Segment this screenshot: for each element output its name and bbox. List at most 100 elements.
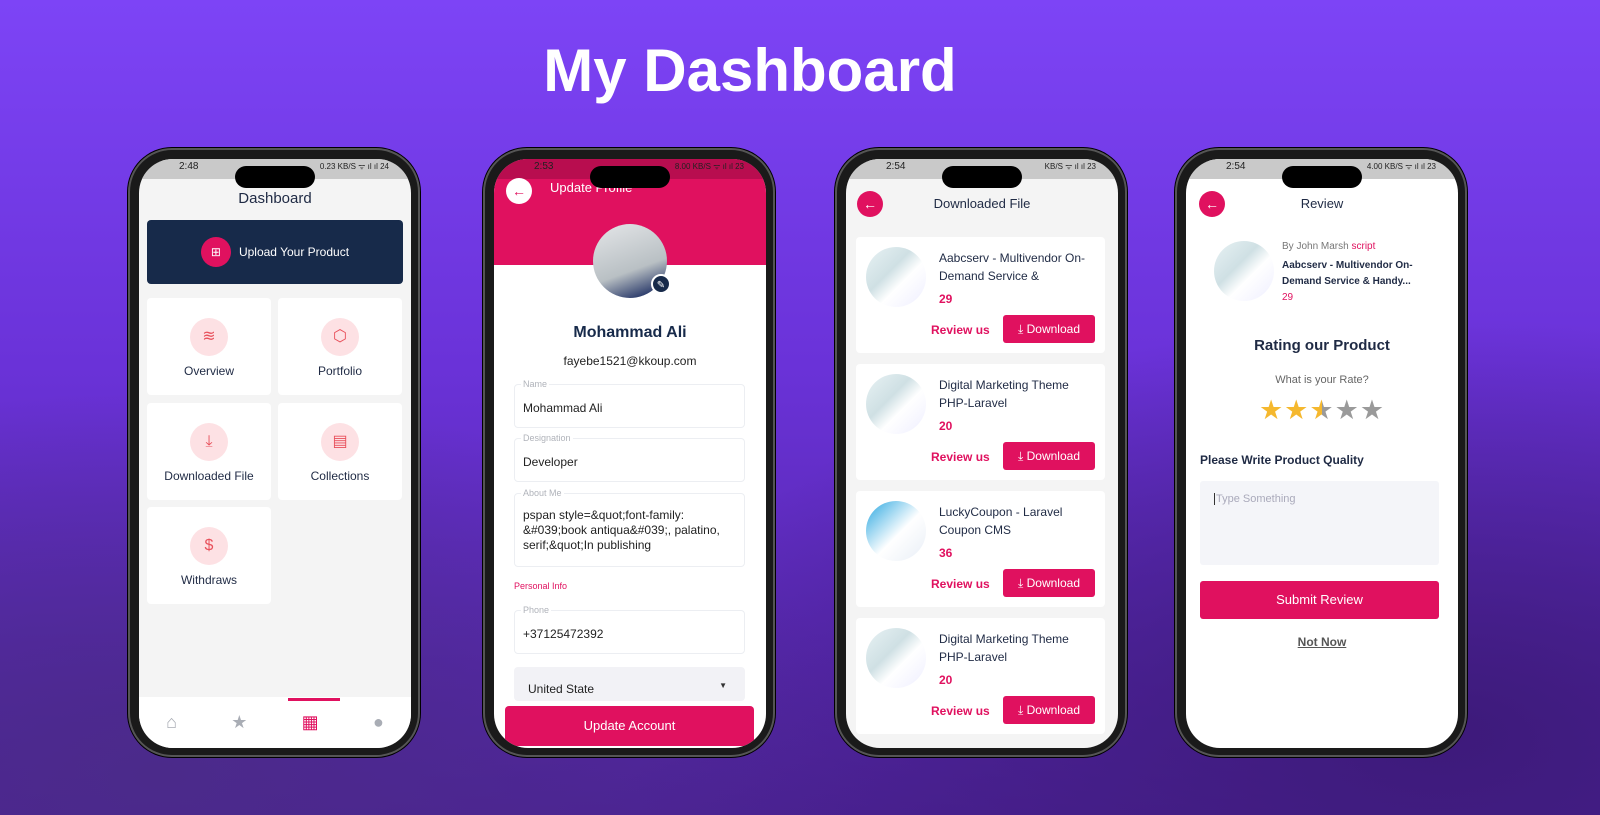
download-button[interactable]: ⤓ Download — [1003, 315, 1095, 343]
screen-title: Review — [1300, 196, 1344, 211]
tile-downloaded-file[interactable]: ⤓ Downloaded File — [147, 403, 271, 500]
review-link[interactable]: Review us — [931, 577, 990, 591]
product-thumbnail — [866, 374, 926, 434]
download-icon: ⤓ — [190, 423, 228, 461]
item-count: 20 — [939, 419, 953, 433]
star-rating[interactable]: ★★★★★ — [1186, 395, 1458, 426]
review-link[interactable]: Review us — [931, 704, 990, 718]
screen-title: Dashboard — [238, 190, 312, 207]
camera-island — [942, 166, 1022, 188]
star-icon[interactable]: ★ — [1335, 395, 1360, 425]
tile-portfolio[interactable]: ⬡ Portfolio — [278, 298, 402, 395]
review-textarea[interactable]: Type Something — [1200, 481, 1439, 565]
field-label: Phone — [521, 605, 552, 615]
download-button[interactable]: ⤓ Download — [1003, 569, 1095, 597]
item-count: 29 — [939, 292, 953, 306]
quality-label: Please Write Product Quality — [1200, 453, 1364, 467]
product-author: By John Marsh script — [1282, 241, 1375, 252]
user-icon[interactable]: ● — [373, 712, 384, 733]
tile-collections[interactable]: ▤ Collections — [278, 403, 402, 500]
product-count: 29 — [1282, 292, 1294, 303]
name-field[interactable]: Name Mohammad Ali — [514, 379, 745, 428]
status-time: 2:54 — [1226, 161, 1246, 172]
tile-label: Overview — [183, 364, 234, 378]
review-link[interactable]: Review us — [931, 323, 990, 337]
home-icon[interactable]: ⌂ — [166, 712, 177, 733]
download-button[interactable]: ⤓ Download — [1003, 442, 1095, 470]
tile-label: Withdraws — [180, 573, 237, 587]
status-icons: 0.23 KB/S ᯤ ıl ıl 24 — [319, 162, 389, 171]
tile-withdraws[interactable]: $ Withdraws — [147, 507, 271, 604]
list-item: Aabcserv - Multivendor On-Demand Service… — [856, 237, 1105, 353]
camera-island — [235, 166, 315, 188]
download-icon: ⤓ — [1017, 322, 1027, 336]
active-indicator — [287, 698, 340, 701]
download-icon: ⤓ — [1017, 449, 1027, 463]
dashboard-icon[interactable]: ▦ — [287, 698, 340, 733]
box-icon: ⬡ — [321, 318, 359, 356]
review-link[interactable]: Review us — [931, 450, 990, 464]
profile-email: fayebe1521@kkoup.com — [563, 354, 697, 368]
star-icon[interactable]: ★ — [1360, 395, 1385, 425]
status-time: 2:54 — [886, 161, 906, 172]
hand-money-icon: $ — [190, 527, 228, 565]
edit-icon[interactable]: ✎ — [651, 274, 671, 294]
item-count: 36 — [939, 546, 953, 560]
download-button[interactable]: ⤓ Download — [1003, 696, 1095, 724]
phone-update-profile: 2:53 8.00 KB/S ᯤ ıl ıl 23 ← Update Profil… — [483, 148, 775, 757]
chevron-down-icon: ▼ — [719, 681, 727, 690]
update-account-button[interactable]: Update Account — [505, 706, 754, 746]
list-item: LuckyCoupon - Laravel Coupon CMS 36 Review… — [856, 491, 1105, 607]
status-time: 2:48 — [179, 161, 199, 172]
item-title: Digital Marketing Theme PHP-Laravel — [939, 378, 1069, 410]
author-name: By John Marsh — [1282, 241, 1349, 252]
phone-dashboard: 2:48 0.23 KB/S ᯤ ıl ıl 24 Dashboard ⊞ Upl… — [128, 148, 420, 757]
camera-island — [590, 166, 670, 188]
star-icon[interactable]: ★ — [1284, 395, 1309, 425]
phone-downloaded-file: 2:54 KB/S ᯤ ıl ıl 23 ← Downloaded File Aa… — [835, 148, 1127, 757]
list-item: Digital Marketing Theme PHP-Laravel 20 Rev… — [856, 364, 1105, 480]
folder-icon: ▤ — [321, 423, 359, 461]
field-value: Mohammad Ali — [523, 401, 603, 415]
star-icon[interactable]: ★ — [231, 712, 247, 733]
product-thumbnail — [866, 628, 926, 688]
upload-product-button[interactable]: ⊞ Upload Your Product — [147, 220, 403, 284]
status-icons: 4.00 KB/S ᯤ ıl ıl 23 — [1366, 162, 1436, 171]
rating-title: Rating our Product — [1254, 337, 1390, 354]
designation-field[interactable]: Designation Developer — [514, 433, 745, 482]
list-item: Digital Marketing Theme PHP-Laravel 20 Rev… — [856, 618, 1105, 734]
tile-label: Portfolio — [317, 364, 363, 378]
download-label: Download — [1026, 576, 1080, 590]
product-thumbnail — [866, 247, 926, 307]
avatar: ✎ — [593, 224, 671, 298]
about-field[interactable]: About Me pspan style=&quot;font-family: &… — [514, 488, 745, 567]
item-title: Aabcserv - Multivendor On-Demand Service… — [939, 251, 1086, 283]
star-icon[interactable]: ★ — [1309, 395, 1334, 425]
tile-overview[interactable]: ≋ Overview — [147, 298, 271, 395]
camera-island — [1282, 166, 1362, 188]
field-value: pspan style=&quot;font-family: &#039;boo… — [523, 508, 720, 552]
status-icons: 8.00 KB/S ᯤ ıl ıl 23 — [674, 162, 744, 171]
field-value: +37125472392 — [523, 627, 604, 641]
upload-label: Upload Your Product — [238, 245, 350, 259]
product-thumbnail — [1214, 241, 1274, 301]
download-icon: ⤓ — [1017, 576, 1027, 590]
download-label: Download — [1026, 449, 1080, 463]
field-value: Developer — [523, 455, 578, 469]
back-button[interactable]: ← — [506, 178, 532, 204]
star-icon[interactable]: ★ — [1259, 395, 1284, 425]
phone-review: 2:54 4.00 KB/S ᯤ ıl ıl 23 ← Review By Joh… — [1175, 148, 1467, 757]
field-label: Name — [521, 379, 550, 389]
product-category: script — [1351, 241, 1376, 252]
not-now-link[interactable]: Not Now — [1186, 635, 1458, 649]
upload-icon: ⊞ — [200, 237, 231, 267]
submit-review-button[interactable]: Submit Review — [1200, 581, 1439, 619]
country-select[interactable]: United State ▼ — [514, 667, 745, 701]
rating-question: What is your Rate? — [1275, 374, 1369, 386]
status-icons: KB/S ᯤ ıl ıl 23 — [1044, 162, 1096, 171]
phone-field[interactable]: Phone +37125472392 — [514, 605, 745, 654]
textarea-placeholder: Type Something — [1214, 493, 1296, 505]
layers-icon: ≋ — [190, 318, 228, 356]
tile-label: Downloaded File — [164, 469, 254, 483]
item-count: 20 — [939, 673, 953, 687]
